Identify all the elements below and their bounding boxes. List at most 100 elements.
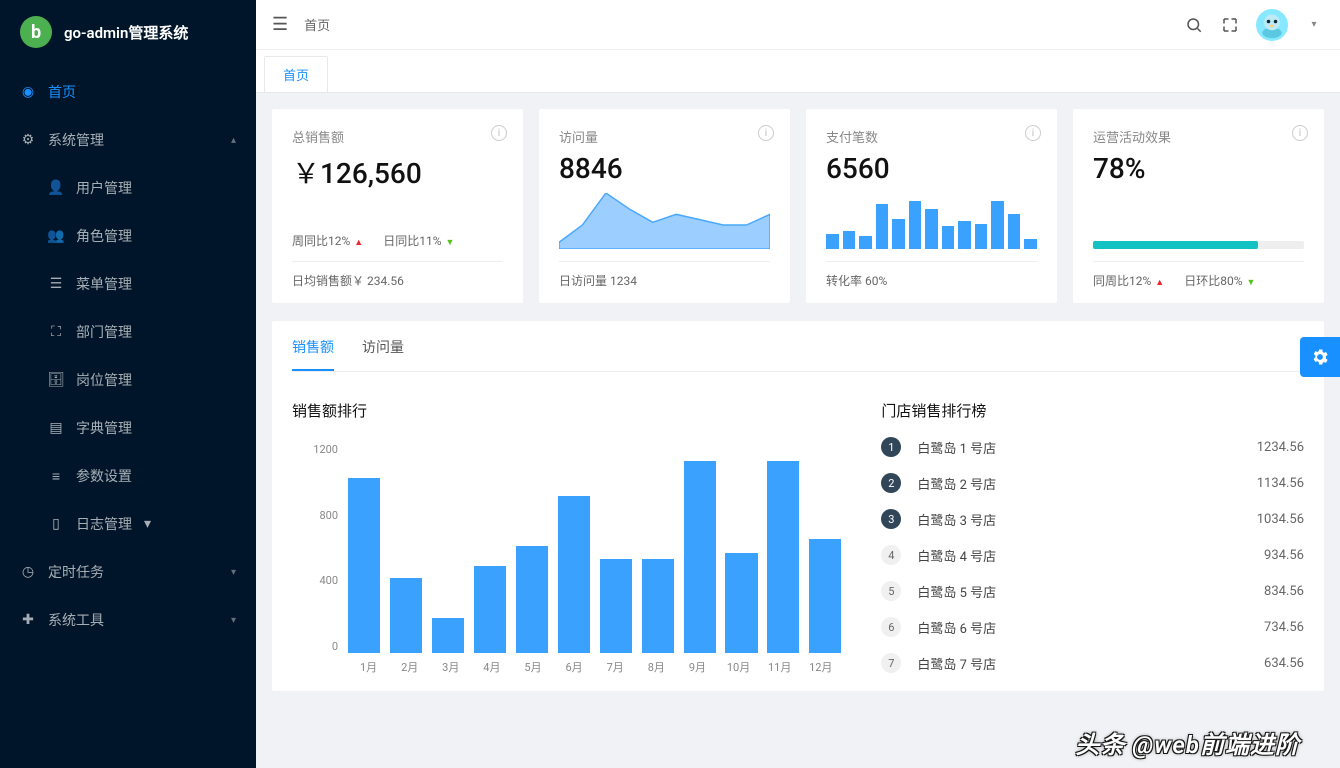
sidebar-item-label: 系统工具 <box>48 610 104 630</box>
rank-badge: 4 <box>881 545 901 565</box>
rank-value: 734.56 <box>1264 620 1304 635</box>
sidebar-item-label: 参数设置 <box>76 466 132 486</box>
sidebar-item-label: 用户管理 <box>76 178 132 198</box>
chevron-down-icon: ▾ <box>144 516 151 532</box>
rank-name: 白鹭岛 2 号店 <box>917 474 1240 493</box>
wow-label: 同周比12%▲ <box>1093 272 1164 289</box>
rank-row: 4白鹭岛 4 号店934.56 <box>881 545 1304 565</box>
view-tabs: 首页 <box>256 50 1340 93</box>
sidebar-menu: ◉首页⚙系统管理▴ 👤 用户管理 👥角色管理☰菜单管理 ⛶ 部门管理 🗄岗位管理 ▤ 字典管理 ≡… <box>0 64 256 768</box>
dod-label: 日环比80%▼ <box>1184 272 1255 289</box>
sidebar-item-label: 首页 <box>48 82 76 102</box>
chevron-down-icon[interactable]: ▾ <box>1304 15 1324 35</box>
sidebar-item-参数设置[interactable]: ≡ 参数设置 <box>0 452 256 500</box>
rank-name: 白鹭岛 7 号店 <box>917 654 1248 673</box>
sidebar: b go-admin管理系统 ◉首页⚙系统管理▴👤用户管理👥角色管理☰菜单管理⛶… <box>0 0 256 768</box>
brand-logo: b go-admin管理系统 <box>0 0 256 64</box>
user-icon: 👤 <box>48 180 64 196</box>
stat-card-payments: i 支付笔数 6560 转化率 60% <box>806 109 1057 303</box>
ranking-title: 门店销售排行榜 <box>881 400 1304 421</box>
stat-value: 6560 <box>826 152 1037 185</box>
sidebar-item-系统管理[interactable]: ⚙系统管理▴ <box>0 116 256 164</box>
chevron-down-icon: ▾ <box>231 615 236 626</box>
settings-fab[interactable] <box>1300 337 1340 377</box>
ranking-list: 1白鹭岛 1 号店1234.562白鹭岛 2 号店1134.563白鹭岛 3 号… <box>881 433 1304 673</box>
rank-badge: 6 <box>881 617 901 637</box>
book-icon: ▤ <box>48 420 64 436</box>
dod-label: 日同比11%▼ <box>383 232 454 249</box>
file-icon: ▯ <box>48 516 64 532</box>
sidebar-item-系统工具[interactable]: ✚ 系统工具 ▾ <box>0 596 256 644</box>
stat-card-ops: i 运营活动效果 78% 同周比12%▲ 日环比80%▼ <box>1073 109 1324 303</box>
tab-home[interactable]: 首页 <box>264 56 328 92</box>
info-icon[interactable]: i <box>491 125 507 141</box>
rank-value: 834.56 <box>1264 584 1304 599</box>
id-icon: 🗄 <box>48 372 64 388</box>
caret-down-icon: ▼ <box>1246 278 1255 288</box>
rank-name: 白鹭岛 3 号店 <box>917 510 1240 529</box>
stat-footer: 日访问量 1234 <box>559 272 637 289</box>
caret-up-icon: ▲ <box>354 238 363 248</box>
rank-name: 白鹭岛 4 号店 <box>917 546 1248 565</box>
rank-badge: 7 <box>881 653 901 673</box>
rank-row: 2 白鹭岛 2 号店 1134.56 <box>881 473 1304 493</box>
sidebar-item-定时任务[interactable]: ◷定时任务▾ <box>0 548 256 596</box>
clock-icon: ◷ <box>20 564 36 580</box>
rank-value: 1234.56 <box>1257 440 1304 455</box>
sidebar-item-label: 菜单管理 <box>76 274 132 294</box>
info-icon[interactable]: i <box>1292 125 1308 141</box>
rank-row: 1白鹭岛 1 号店1234.56 <box>881 437 1304 457</box>
stat-title: 支付笔数 <box>826 127 1037 146</box>
sidebar-item-label: 部门管理 <box>76 322 132 342</box>
rank-value: 1134.56 <box>1257 476 1304 491</box>
sliders-icon: ≡ <box>48 468 64 485</box>
sidebar-item-部门管理[interactable]: ⛶ 部门管理 <box>0 308 256 356</box>
sidebar-item-岗位管理[interactable]: 🗄岗位管理 <box>0 356 256 404</box>
rank-badge: 5 <box>881 581 901 601</box>
chevron-down-icon: ▾ <box>231 567 236 578</box>
caret-down-icon: ▼ <box>445 238 454 248</box>
watermark: 头条 @web前端进阶 <box>1075 725 1300 760</box>
gear-icon: ⚙ <box>20 132 36 148</box>
stat-value: ￥126,560 <box>292 152 503 192</box>
rank-row: 6 白鹭岛 6 号店 734.56 <box>881 617 1304 637</box>
sidebar-item-日志管理[interactable]: ▯日志管理▾ <box>0 500 256 548</box>
stat-card-sales: i 总销售额 ￥126,560 周同比12%▲ 日同比11%▼ 日均销售额￥ 2… <box>272 109 523 303</box>
stat-title: 总销售额 <box>292 127 503 146</box>
sidebar-item-字典管理[interactable]: ▤ 字典管理 <box>0 404 256 452</box>
tools-icon: ✚ <box>20 612 36 628</box>
sales-chart-title: 销售额排行 <box>292 400 841 421</box>
stat-footer: 转化率 60% <box>826 272 887 289</box>
caret-up-icon: ▲ <box>1155 278 1164 288</box>
wow-label: 周同比12%▲ <box>292 232 363 249</box>
rank-name: 白鹭岛 6 号店 <box>917 618 1248 637</box>
rank-row: 7 白鹭岛 7 号店 634.56 <box>881 653 1304 673</box>
stat-title: 访问量 <box>559 127 770 146</box>
ops-progress <box>1093 217 1304 249</box>
sitemap-icon: ⛶ <box>48 324 64 340</box>
panel-tab-visits[interactable]: 访问量 <box>362 337 404 371</box>
rank-name: 白鹭岛 1 号店 <box>917 438 1240 457</box>
sidebar-item-label: 字典管理 <box>76 418 132 438</box>
stat-value: 78% <box>1093 152 1304 185</box>
rank-value: 1034.56 <box>1257 512 1304 527</box>
rank-badge: 2 <box>881 473 901 493</box>
search-icon[interactable] <box>1184 15 1204 35</box>
avatar[interactable] <box>1256 9 1288 41</box>
info-icon[interactable]: i <box>758 125 774 141</box>
sidebar-item-角色管理[interactable]: 👥角色管理 <box>0 212 256 260</box>
topbar: ☰ 首页 ▾ <box>256 0 1340 50</box>
rank-row: 5白鹭岛 5 号店834.56 <box>881 581 1304 601</box>
breadcrumb: 首页 <box>304 15 330 34</box>
visits-sparkline <box>559 193 770 249</box>
fullscreen-icon[interactable] <box>1220 15 1240 35</box>
panel-tab-sales[interactable]: 销售额 <box>292 337 334 371</box>
sidebar-item-菜单管理[interactable]: ☰菜单管理 <box>0 260 256 308</box>
sidebar-item-首页[interactable]: ◉首页 <box>0 68 256 116</box>
stat-card-visits: i 访问量 8846 日访问量 1234 <box>539 109 790 303</box>
rank-value: 634.56 <box>1264 656 1304 671</box>
sales-panel: 销售额 访问量 销售额排行 12008004000 1月2月3月4月5月6月7月… <box>272 321 1324 691</box>
menu-toggle-icon[interactable]: ☰ <box>272 14 288 35</box>
sidebar-item-用户管理[interactable]: 👤 用户管理 <box>0 164 256 212</box>
info-icon[interactable]: i <box>1025 125 1041 141</box>
